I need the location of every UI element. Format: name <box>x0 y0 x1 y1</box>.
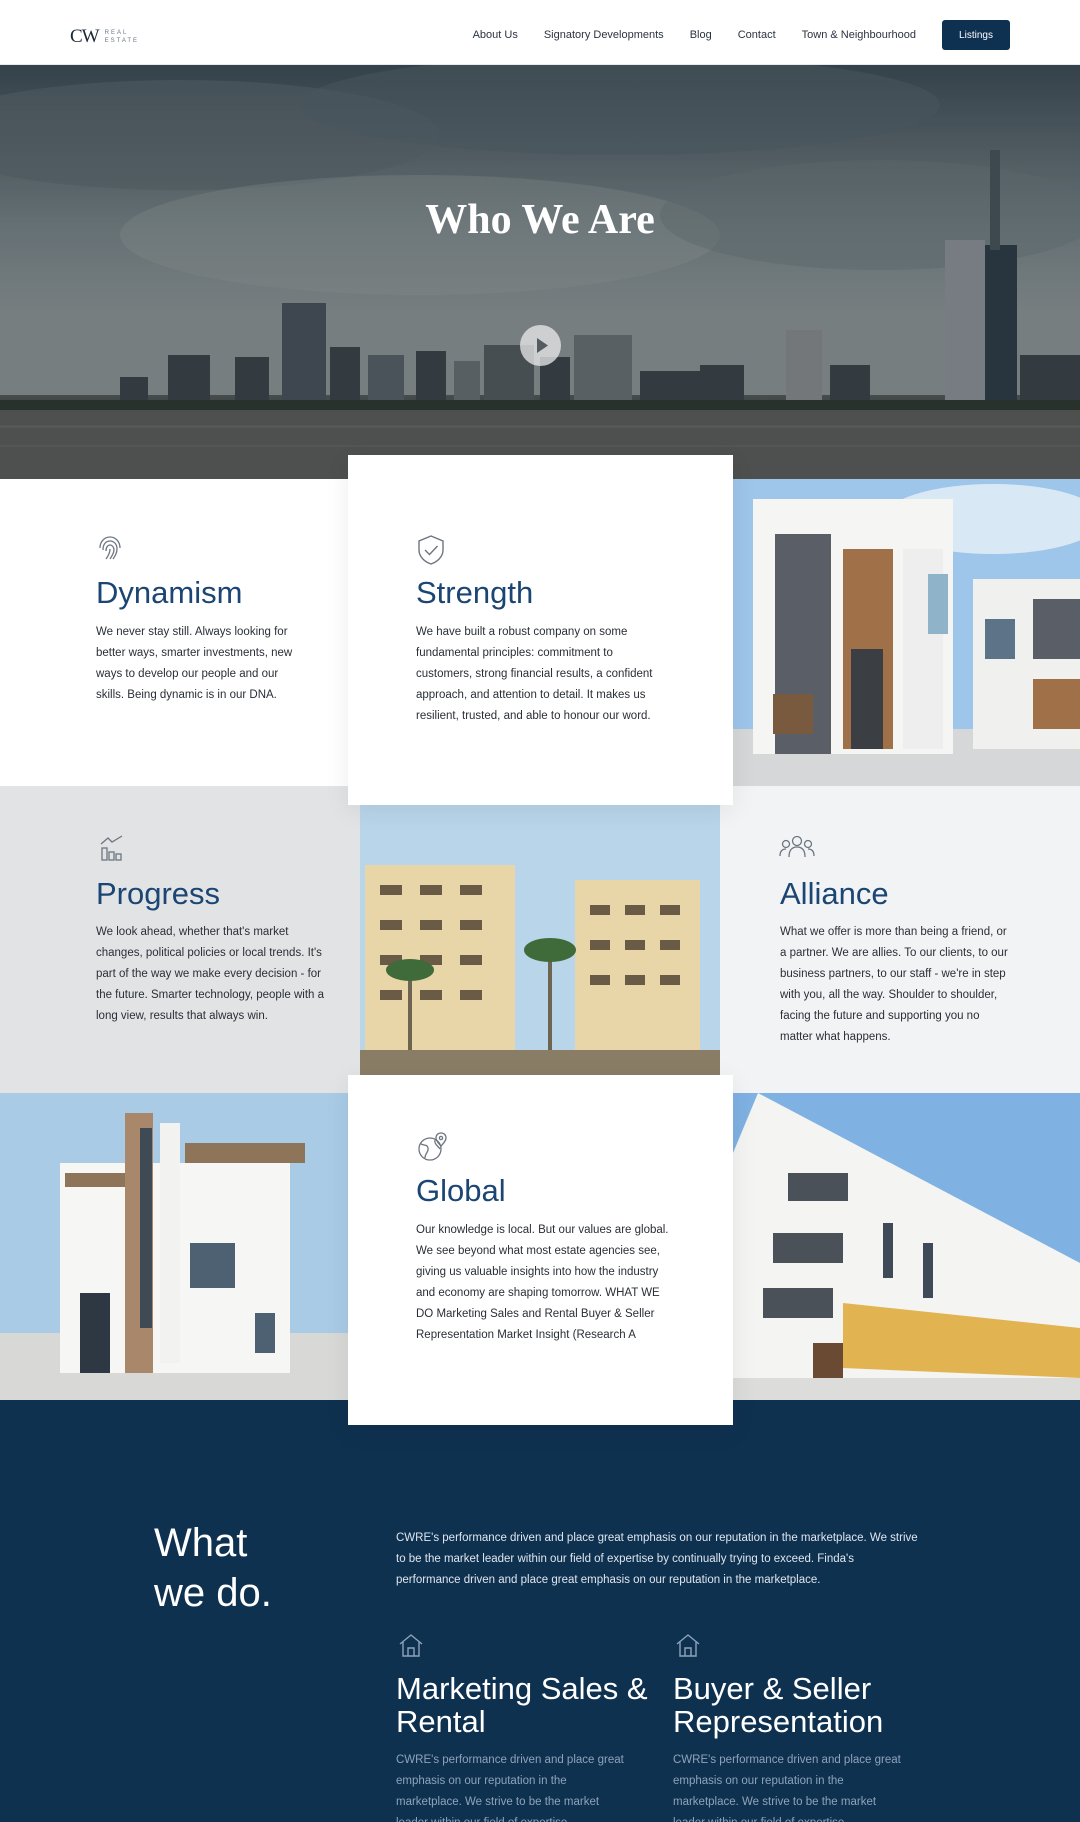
apartment-towers-photo <box>360 805 720 1075</box>
global-card: Global Our knowledge is local. But our v… <box>348 1075 733 1425</box>
progress-text: We look ahead, whether that's market cha… <box>96 926 325 1022</box>
house-icon <box>399 1634 423 1657</box>
global-title: Global <box>416 1173 506 1208</box>
what-we-do-title: What we do. <box>154 1518 272 1618</box>
alliance-cell: Alliance What we offer is more than bein… <box>720 786 1080 1093</box>
service-buyer-seller-text: CWRE's performance driven and place grea… <box>673 1754 901 1822</box>
dynamism-cell: Dynamism We never stay still. Always loo… <box>0 479 348 786</box>
logo-mark: CW <box>70 26 100 47</box>
nav-link-about-us[interactable]: About Us <box>473 29 518 41</box>
logo[interactable]: CW REAL ESTATE <box>70 26 139 48</box>
alliance-title: Alliance <box>780 876 889 911</box>
city-skyline-image <box>0 65 1080 479</box>
top-navigation: CW REAL ESTATE About Us Signatory Develo… <box>0 0 1080 65</box>
hero-banner: Who We Are <box>0 65 1080 479</box>
service-marketing-text: CWRE's performance driven and place grea… <box>396 1754 624 1822</box>
apartment-block-photo <box>733 1093 1080 1400</box>
growth-chart-icon <box>100 835 123 861</box>
progress-cell: Progress We look ahead, whether that's m… <box>0 786 360 1093</box>
logo-subtext: REAL ESTATE <box>104 30 140 44</box>
strength-card: Strength We have built a robust company … <box>348 455 733 805</box>
nav-link-contact[interactable]: Contact <box>738 29 776 41</box>
listings-button[interactable]: Listings <box>942 20 1010 50</box>
service-marketing-title: Marketing Sales & Rental <box>396 1671 648 1739</box>
alliance-text: What we offer is more than being a frien… <box>780 926 1008 1043</box>
modern-house-photo <box>0 1093 348 1400</box>
house-icon <box>676 1634 700 1657</box>
play-video-button[interactable] <box>520 325 561 366</box>
globe-pin-icon <box>418 1132 447 1161</box>
villa-photo <box>733 479 1080 786</box>
dynamism-text: We never stay still. Always looking for … <box>96 626 293 701</box>
what-we-do-title-line1: What <box>154 1521 248 1565</box>
global-text: Our knowledge is local. But our values a… <box>416 1224 669 1341</box>
fingerprint-icon <box>99 536 121 560</box>
nav-link-town-neighbourhood[interactable]: Town & Neighbourhood <box>802 29 916 41</box>
shield-check-icon <box>418 535 444 565</box>
dynamism-title: Dynamism <box>96 575 243 610</box>
what-we-do-section: What we do. CWRE's performance driven an… <box>0 1400 1080 1822</box>
play-icon <box>537 338 548 353</box>
what-we-do-title-line2: we do. <box>154 1571 272 1615</box>
people-group-icon <box>779 835 815 858</box>
hero-title: Who We Are <box>425 197 655 243</box>
what-we-do-intro: CWRE's performance driven and place grea… <box>396 1532 918 1586</box>
progress-title: Progress <box>96 876 221 911</box>
service-buyer-seller-title: Buyer & Seller Representation <box>673 1671 884 1739</box>
nav-links: About Us Signatory Developments Blog Con… <box>473 20 1010 50</box>
strength-text: We have built a robust company on some f… <box>416 626 653 722</box>
nav-link-blog[interactable]: Blog <box>690 29 712 41</box>
nav-link-signatory-developments[interactable]: Signatory Developments <box>544 29 664 41</box>
strength-title: Strength <box>416 575 534 610</box>
